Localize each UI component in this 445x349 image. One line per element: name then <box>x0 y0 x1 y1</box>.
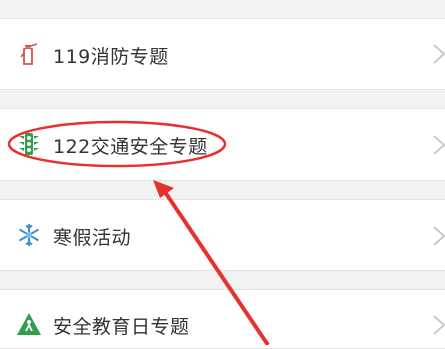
chevron-right-icon <box>433 135 445 155</box>
menu-item-label: 寒假活动 <box>53 227 132 249</box>
menu-item-winter-activity[interactable]: 寒假活动 <box>0 199 445 271</box>
fire-extinguisher-icon <box>16 41 42 67</box>
menu-item-label: 安全教育日专题 <box>53 316 190 338</box>
menu-item-safety-education-day[interactable]: 安全教育日专题 <box>0 289 445 349</box>
menu-item-fire-topic[interactable]: 119消防专题 <box>0 18 445 90</box>
menu-item-label: 119消防专题 <box>53 46 169 68</box>
safety-warning-icon <box>16 311 42 337</box>
menu-item-traffic-topic[interactable]: 122交通安全专题 <box>0 108 445 181</box>
traffic-light-icon <box>16 131 42 157</box>
snowflake-icon <box>16 222 42 248</box>
section-gap <box>0 181 445 199</box>
section-gap <box>0 90 445 108</box>
menu-item-label: 122交通安全专题 <box>53 136 208 158</box>
chevron-right-icon <box>433 315 445 335</box>
chevron-right-icon <box>433 44 445 64</box>
chevron-right-icon <box>433 226 445 246</box>
section-gap <box>0 271 445 289</box>
section-gap <box>0 0 445 18</box>
